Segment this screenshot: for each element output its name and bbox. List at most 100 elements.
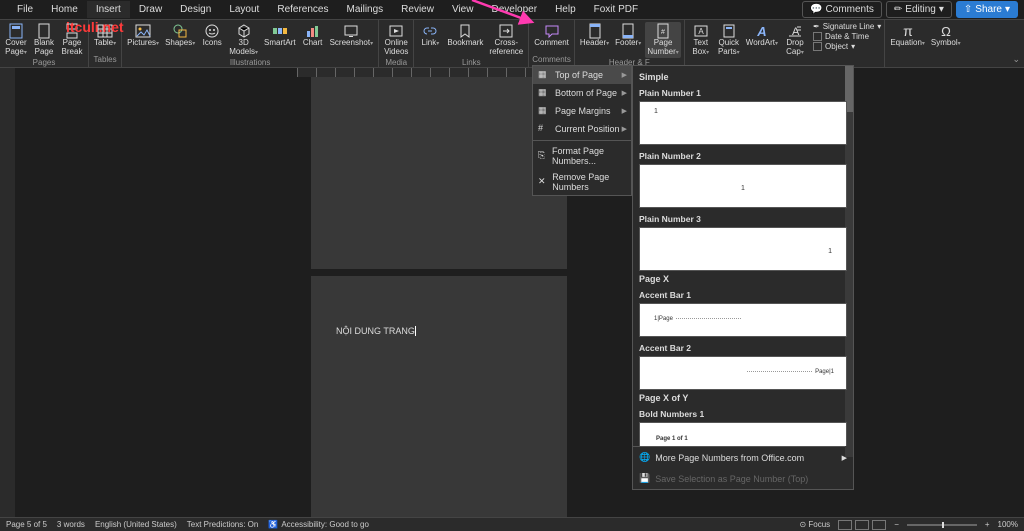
globe-icon: 🌐 (639, 452, 650, 463)
menu-current-position[interactable]: #Current Position▶ (533, 120, 631, 138)
drop-cap-button[interactable]: ADrop Cap (782, 22, 808, 58)
symbol-icon: Ω (938, 23, 954, 39)
gallery-label-accent2: Accent Bar 2 (639, 343, 847, 353)
svg-text:A: A (698, 27, 704, 36)
object-button[interactable]: Object ▾ (813, 42, 881, 51)
online-videos-button[interactable]: Online Videos (382, 22, 410, 58)
shapes-button[interactable]: Shapes (163, 22, 197, 49)
status-page[interactable]: Page 5 of 5 (6, 520, 47, 529)
gallery-preview-accent2[interactable]: Page|1 (639, 356, 847, 390)
equation-button[interactable]: πEquation (888, 22, 927, 49)
gallery-preview-bold1[interactable]: Page 1 of 1 (639, 422, 847, 446)
gallery-preview-accent1[interactable]: 1|Page (639, 303, 847, 337)
quick-parts-button[interactable]: Quick Parts (716, 22, 742, 58)
menu-page-margins[interactable]: ▦Page Margins▶ (533, 102, 631, 120)
table-button[interactable]: Table (92, 22, 118, 49)
focus-mode-button[interactable]: ⊙ Focus (799, 520, 830, 529)
gallery-section-simple: Simple (639, 72, 847, 82)
wordart-icon: A (754, 23, 770, 39)
zoom-in-button[interactable]: + (985, 520, 990, 529)
icons-button[interactable]: Icons (199, 22, 225, 49)
tab-bar: File Home Insert Draw Design Layout Refe… (0, 0, 1024, 20)
comments-button[interactable]: 💬Comments (802, 1, 882, 18)
document-page-current[interactable]: NỘI DUNG TRANG (311, 276, 567, 517)
3d-models-button[interactable]: 3D Models (227, 22, 260, 58)
tab-design[interactable]: Design (171, 1, 220, 18)
bookmark-button[interactable]: Bookmark (445, 22, 485, 49)
tab-draw[interactable]: Draw (130, 1, 171, 18)
tab-mailings[interactable]: Mailings (337, 1, 392, 18)
textbox-button[interactable]: AText Box (688, 22, 714, 58)
bookmark-icon (457, 23, 473, 39)
crossref-button[interactable]: Cross- reference (487, 22, 525, 58)
link-icon (422, 23, 438, 39)
header-button[interactable]: Header (578, 22, 611, 49)
status-words[interactable]: 3 words (57, 520, 85, 529)
tab-view[interactable]: View (443, 1, 483, 18)
zoom-slider[interactable] (907, 524, 977, 526)
status-bar: Page 5 of 5 3 words English (United Stat… (0, 517, 1024, 531)
link-button[interactable]: Link (417, 22, 443, 49)
screenshot-button[interactable]: Screenshot (328, 22, 375, 49)
tab-file[interactable]: File (8, 1, 42, 18)
signature-line-button[interactable]: ✒Signature Line ▾ (813, 22, 881, 31)
tab-insert[interactable]: Insert (87, 1, 130, 18)
page-break-button[interactable]: Page Break (59, 22, 85, 58)
tab-layout[interactable]: Layout (220, 1, 268, 18)
status-text-predictions[interactable]: Text Predictions: On (187, 520, 259, 529)
pictures-icon (135, 23, 151, 39)
view-read-button[interactable] (838, 520, 852, 530)
editing-button[interactable]: ✏Editing ▾ (886, 1, 952, 18)
smartart-button[interactable]: SmartArt (262, 22, 298, 49)
gallery-label-plain3: Plain Number 3 (639, 214, 847, 224)
menu-top-of-page[interactable]: ▦Top of Page▶ (533, 66, 631, 84)
share-button[interactable]: ⇧Share ▾ (956, 1, 1018, 18)
svg-text:π: π (903, 23, 913, 39)
gallery-preview-plain3[interactable]: 1 (639, 227, 847, 271)
zoom-level[interactable]: 100% (998, 520, 1018, 529)
menu-remove-page-numbers[interactable]: ✕Remove Page Numbers (533, 169, 631, 195)
tab-review[interactable]: Review (392, 1, 443, 18)
wordart-button[interactable]: AWordArt (744, 22, 780, 49)
gallery-preview-plain1[interactable]: 1 (639, 101, 847, 145)
status-language[interactable]: English (United States) (95, 520, 177, 529)
pictures-button[interactable]: Pictures (125, 22, 161, 49)
page-number-button[interactable]: #Page Number (645, 22, 680, 58)
blank-page-icon (36, 23, 52, 39)
menu-format-page-numbers[interactable]: ⎘Format Page Numbers... (533, 143, 631, 169)
date-time-button[interactable]: Date & Time (813, 32, 881, 41)
page-number-gallery: Simple Plain Number 1 1 Plain Number 2 1… (632, 65, 854, 490)
comment-button[interactable]: Comment (532, 22, 571, 49)
text-cursor (415, 326, 416, 336)
cover-page-button[interactable]: Cover Page (3, 22, 29, 58)
table-icon (97, 23, 113, 39)
gallery-preview-plain2[interactable]: 1 (639, 164, 847, 208)
ribbon: Cover Page Blank Page Page Break Pages T… (0, 20, 1024, 68)
gallery-more-office[interactable]: 🌐More Page Numbers from Office.com▶ (633, 447, 853, 468)
quick-parts-icon (721, 23, 737, 39)
tab-help[interactable]: Help (546, 1, 585, 18)
tab-developer[interactable]: Developer (482, 1, 546, 18)
blank-page-button[interactable]: Blank Page (31, 22, 57, 58)
svg-text:Ω: Ω (941, 24, 951, 39)
tab-home[interactable]: Home (42, 1, 87, 18)
document-page-prev[interactable] (311, 77, 567, 269)
symbol-button[interactable]: ΩSymbol (929, 22, 963, 49)
collapse-ribbon-button[interactable]: ⌄ (1012, 54, 1020, 65)
header-icon (587, 23, 603, 39)
zoom-out-button[interactable]: − (894, 520, 899, 529)
gallery-label-accent1: Accent Bar 1 (639, 290, 847, 300)
tab-foxit[interactable]: Foxit PDF (585, 1, 647, 18)
tab-references[interactable]: References (268, 1, 337, 18)
zoom-slider-thumb[interactable] (942, 522, 944, 528)
view-web-button[interactable] (872, 520, 886, 530)
gallery-section-pagex: Page X (639, 274, 847, 284)
chart-button[interactable]: Chart (300, 22, 326, 49)
status-accessibility[interactable]: ♿Accessibility: Good to go (268, 520, 369, 529)
page-top-icon: ▦ (538, 69, 550, 81)
share-icon: ⇧ (964, 4, 972, 15)
view-print-button[interactable] (855, 520, 869, 530)
footer-button[interactable]: Footer (613, 22, 643, 49)
footer-icon (620, 23, 636, 39)
menu-bottom-of-page[interactable]: ▦Bottom of Page▶ (533, 84, 631, 102)
